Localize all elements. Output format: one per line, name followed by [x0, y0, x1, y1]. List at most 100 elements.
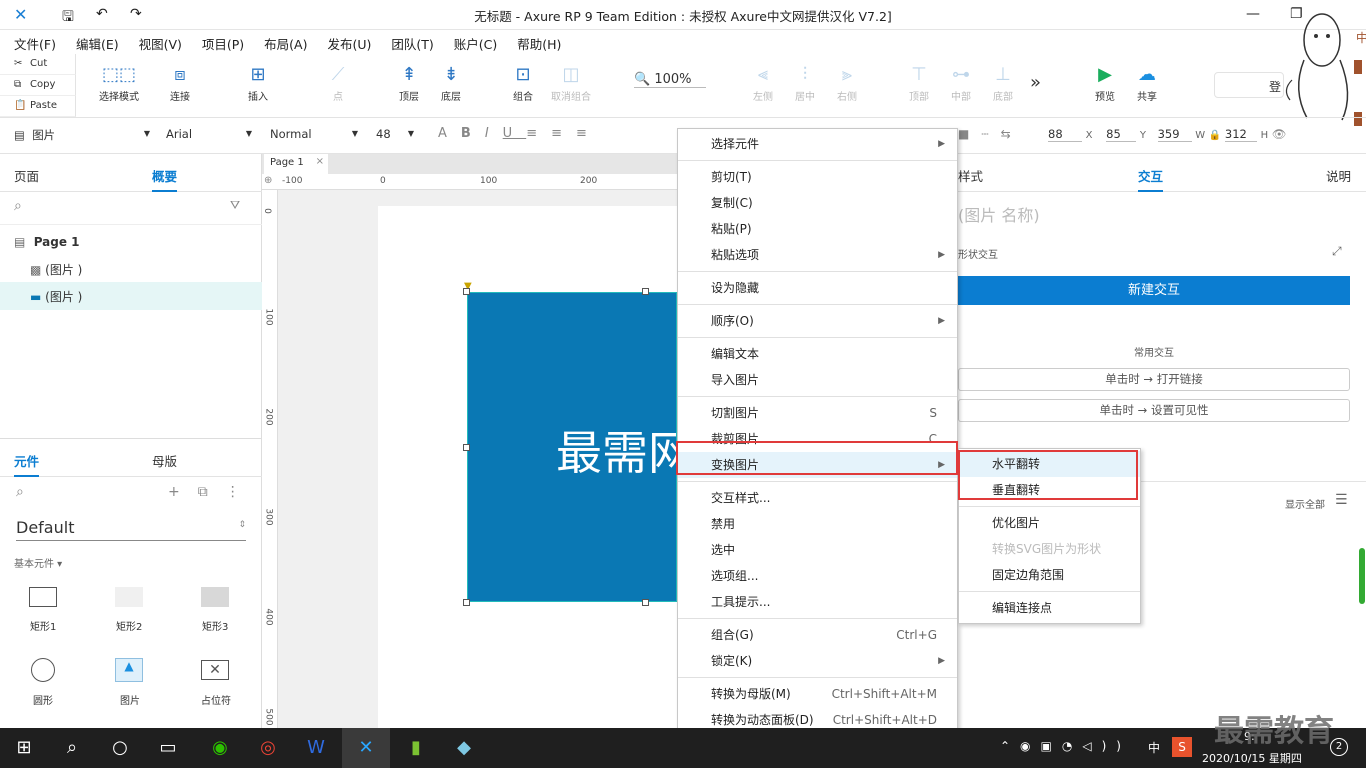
connect-button[interactable]: ⧈ 连接 — [150, 52, 210, 118]
align-bottom-button[interactable]: ⊥ 底部 — [973, 52, 1033, 118]
menu-edit[interactable]: 编辑(E) — [76, 30, 119, 53]
context-menu-item[interactable]: 编辑文本 — [678, 341, 957, 367]
cortana-icon[interactable]: ○ — [96, 728, 144, 768]
chrome-icon[interactable]: ◎ — [244, 728, 292, 768]
menu-file[interactable]: 文件(F) — [14, 30, 56, 53]
login-button[interactable]: 登 — [1214, 72, 1284, 98]
context-menu-item[interactable]: 转换为母版(M) Ctrl+Shift+Alt+M — [678, 681, 957, 707]
align-right-button[interactable]: ⫸ 右侧 — [817, 52, 877, 118]
menu-help[interactable]: 帮助(H) — [517, 30, 561, 53]
context-menu-item[interactable]: 选中 — [678, 537, 957, 563]
rectangle-widget-icon[interactable] — [29, 587, 57, 607]
text-style-buttons[interactable]: ABIU≡≡≡ — [438, 126, 601, 141]
font-weight-select[interactable]: Normal ▼ — [270, 127, 358, 141]
context-menu-item[interactable]: 设为隐藏 — [678, 275, 957, 301]
windows-start-icon[interactable]: ⊞ — [0, 728, 48, 768]
resize-handle[interactable] — [463, 444, 470, 451]
context-menu-item[interactable]: 禁用 — [678, 511, 957, 537]
select-mode-button[interactable]: ⬚⬚ 选择模式 — [88, 52, 150, 118]
zoom-select[interactable]: 🔍 100% — [634, 72, 706, 88]
outline-page-item[interactable]: ▤ Page 1 — [14, 235, 80, 249]
widget-name-field[interactable]: (图片 名称) — [958, 202, 1040, 226]
app-icon[interactable]: ▮ — [392, 728, 440, 768]
context-menu-item[interactable]: 导入图片 — [678, 367, 957, 393]
placeholder-widget-icon[interactable]: ✕ — [201, 660, 229, 680]
paste-button[interactable]: 📋 Paste — [0, 96, 76, 117]
menu-view[interactable]: 视图(V) — [139, 30, 182, 53]
context-menu-item[interactable]: 交互样式... — [678, 485, 957, 511]
font-size-select[interactable]: 48 ▼ — [376, 127, 414, 141]
submenu-item[interactable]: 固定边角范围 — [959, 562, 1140, 588]
border-style-buttons[interactable]: ■┄⇆ — [958, 127, 1023, 141]
y-field[interactable]: 85 — [1106, 127, 1137, 142]
clock-date[interactable]: 2020/10/15 星期四 — [1202, 750, 1302, 766]
send-to-back-button[interactable]: ⇟ 底层 — [421, 52, 481, 118]
ime-indicator[interactable]: 中 — [1148, 739, 1160, 756]
context-menu-item[interactable]: 复制(C) — [678, 190, 957, 216]
wechat-icon[interactable]: ◉ — [196, 728, 244, 768]
point-button[interactable]: ⟋ 点 — [308, 52, 368, 118]
menu-lines-icon[interactable]: ☰ — [1335, 492, 1348, 508]
close-icon[interactable]: × — [316, 156, 324, 167]
circle-widget-icon[interactable] — [31, 658, 55, 682]
context-menu-item[interactable]: 粘贴(P) — [678, 216, 957, 242]
resize-handle[interactable] — [642, 599, 649, 606]
tab-pages[interactable]: 页面 — [14, 166, 39, 185]
insert-button[interactable]: ⊞ 插入 — [228, 52, 288, 118]
app-icon[interactable]: ◆ — [440, 728, 488, 768]
cut-button[interactable]: ✂ Cut — [0, 54, 76, 75]
widget-library-actions[interactable]: +⧉⋮ — [168, 484, 258, 500]
search-icon[interactable]: ⌕ — [48, 728, 96, 768]
width-field[interactable]: 359 — [1157, 127, 1192, 142]
menu-project[interactable]: 项目(P) — [202, 30, 244, 53]
image-widget-icon[interactable]: ▲ — [115, 658, 143, 682]
context-menu-item[interactable]: 选项组... — [678, 563, 957, 589]
tab-outline[interactable]: 概要 — [152, 166, 178, 192]
scrollbar[interactable] — [1359, 548, 1365, 604]
tab-notes[interactable]: 说明 — [1326, 166, 1351, 185]
submenu-item[interactable]: 优化图片 — [959, 510, 1140, 536]
image-widget[interactable]: 最需网 — [467, 292, 677, 602]
task-view-icon[interactable]: ▭ — [144, 728, 192, 768]
ungroup-button[interactable]: ◫ 取消组合 — [541, 52, 601, 118]
filter-icon[interactable]: ⛛ — [230, 198, 240, 213]
search-icon[interactable]: ⌕ — [14, 198, 22, 214]
context-menu-item[interactable]: 选择元件 ▶ — [678, 131, 957, 157]
context-menu-item[interactable]: 剪切(T) — [678, 164, 957, 190]
context-menu-item[interactable]: 粘贴选项 ▶ — [678, 242, 957, 268]
show-all-link[interactable]: 显示全部 — [1285, 496, 1325, 511]
context-menu-item[interactable]: 顺序(O) ▶ — [678, 308, 957, 334]
tab-page1[interactable]: Page 1 × — [264, 154, 328, 174]
menu-publish[interactable]: 发布(U) — [327, 30, 371, 53]
expand-icon[interactable]: ⤢ — [1332, 244, 1342, 259]
resize-handle[interactable] — [463, 599, 470, 606]
tab-masters[interactable]: 母版 — [152, 451, 177, 470]
context-menu-item[interactable]: 切割图片 S — [678, 400, 957, 426]
outline-widget-item[interactable]: ▩ (图片 ) — [30, 261, 82, 278]
on-click-open-link-button[interactable]: 单击时 → 打开链接 — [958, 368, 1350, 391]
submenu-item[interactable]: 编辑连接点 — [959, 595, 1140, 621]
tab-widgets[interactable]: 元件 — [14, 451, 40, 477]
context-menu-item[interactable]: 锁定(K) ▶ — [678, 648, 957, 674]
category-label[interactable]: 基本元件 ▾ — [14, 555, 62, 570]
menu-team[interactable]: 团队(T) — [391, 30, 433, 53]
resize-handle[interactable] — [463, 288, 470, 295]
minimize-icon[interactable]: — — [1246, 6, 1260, 22]
height-field[interactable]: 312 — [1224, 127, 1257, 142]
tab-interactions[interactable]: 交互 — [1138, 166, 1164, 192]
context-menu-item[interactable]: 工具提示... — [678, 589, 957, 615]
system-tray-icons[interactable]: ⌃◉▣◔◁)) — [1000, 739, 1131, 753]
sogou-icon[interactable]: S — [1172, 737, 1192, 757]
share-button[interactable]: ☁ 共享 — [1117, 52, 1177, 118]
resize-handle[interactable] — [642, 288, 649, 295]
submenu-item[interactable]: 转换SVG图片为形状 — [959, 536, 1140, 562]
on-click-set-visibility-button[interactable]: 单击时 → 设置可见性 — [958, 399, 1350, 422]
font-family-select[interactable]: Arial ▼ — [166, 127, 252, 141]
search-icon[interactable]: ⌕ — [16, 484, 24, 500]
tab-style[interactable]: 样式 — [958, 166, 983, 185]
copy-button[interactable]: ⧉ Copy — [0, 75, 76, 96]
menu-layout[interactable]: 布局(A) — [264, 30, 307, 53]
more-tools-button[interactable]: » — [1030, 72, 1041, 93]
wps-icon[interactable]: W — [292, 728, 340, 768]
visibility-eye-icon[interactable]: 👁 — [1272, 127, 1287, 141]
